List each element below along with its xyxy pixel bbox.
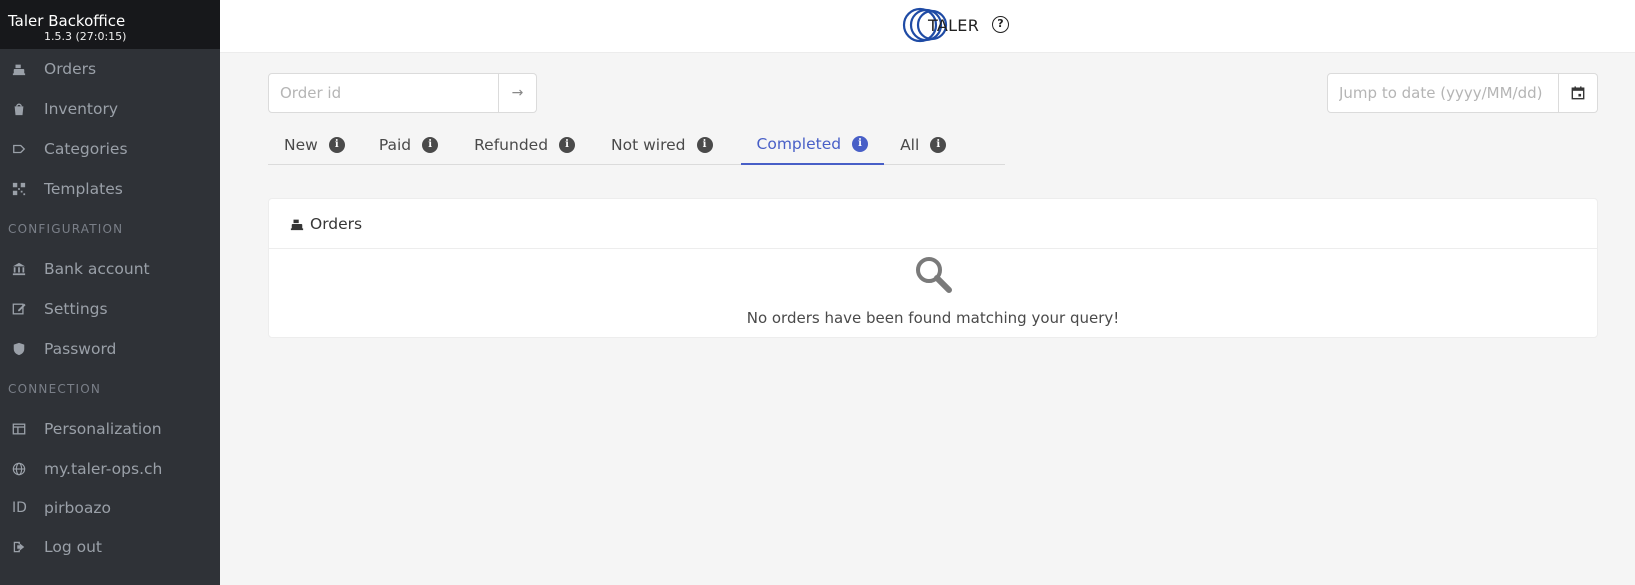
sidebar-item-bank-account[interactable]: Bank account: [0, 249, 220, 289]
id-icon: ID: [12, 500, 27, 516]
cash-register-icon: [12, 62, 44, 76]
sidebar-item-password[interactable]: Password: [0, 329, 220, 369]
tab-label: Not wired: [611, 136, 686, 154]
info-icon[interactable]: i: [328, 137, 345, 153]
calendar-icon: [1571, 86, 1585, 100]
brand-version: 1.5.3 (27:0:15): [44, 30, 127, 43]
info-icon[interactable]: i: [422, 137, 439, 153]
help-icon[interactable]: ?: [992, 16, 1009, 33]
taler-logo[interactable]: TALER: [902, 7, 979, 43]
sidebar-item-label: pirboazo: [44, 499, 111, 517]
sidebar-item-settings[interactable]: Settings: [0, 289, 220, 329]
sidebar-item-label: Orders: [44, 60, 97, 78]
sidebar-item-instance-id[interactable]: ID pirboazo: [0, 489, 220, 527]
sidebar-item-label: my.taler-ops.ch: [44, 460, 163, 478]
tab-all[interactable]: All i: [884, 125, 962, 165]
globe-icon: [12, 462, 44, 476]
sidebar-item-inventory[interactable]: Inventory: [0, 89, 220, 129]
order-status-tabs: New i Paid i Refunded i Not wired i Complete…: [268, 125, 1005, 165]
empty-message: No orders have been found matching your …: [746, 309, 1120, 327]
order-search: →: [268, 73, 537, 113]
brand-title: Taler Backoffice: [8, 13, 212, 30]
calendar-button[interactable]: [1559, 73, 1598, 113]
order-id-input[interactable]: [268, 73, 499, 113]
logout-icon: [12, 540, 44, 554]
card-title: Orders: [310, 214, 363, 233]
tab-label: All: [900, 136, 920, 154]
layout-icon: [12, 422, 44, 436]
search-submit-button[interactable]: →: [499, 73, 537, 113]
sidebar: Taler Backoffice 1.5.3 (27:0:15) Orders …: [0, 0, 220, 585]
sidebar-item-label: Categories: [44, 140, 128, 158]
tab-label: Completed: [756, 135, 842, 153]
search-icon: [916, 257, 952, 293]
logo-text: TALER: [928, 15, 980, 35]
info-icon[interactable]: i: [930, 137, 947, 153]
edit-icon: [12, 302, 44, 316]
shopping-bag-icon: [12, 102, 44, 116]
bank-icon: [12, 262, 44, 276]
card-header: Orders: [269, 199, 1597, 249]
tab-label: New: [284, 136, 318, 154]
sidebar-item-label: Settings: [44, 300, 108, 318]
shield-icon: [12, 342, 44, 356]
date-jump: [1327, 73, 1598, 113]
sidebar-item-label: Templates: [44, 180, 123, 198]
tab-not-wired[interactable]: Not wired i: [595, 125, 740, 165]
orders-card: Orders No orders have been found matchin…: [268, 198, 1598, 338]
tab-label: Paid: [378, 136, 412, 154]
tab-paid[interactable]: Paid i: [361, 125, 458, 165]
tab-completed[interactable]: Completed i: [740, 125, 885, 165]
tab-label: Refunded: [474, 136, 549, 154]
tab-refunded[interactable]: Refunded i: [458, 125, 595, 165]
tag-icon: [12, 142, 44, 156]
section-label-configuration: CONFIGURATION: [8, 222, 124, 236]
sidebar-item-label: Log out: [44, 538, 102, 556]
info-icon[interactable]: i: [696, 137, 713, 153]
sidebar-item-label: Bank account: [44, 260, 150, 278]
tab-new[interactable]: New i: [268, 125, 361, 165]
brand: Taler Backoffice 1.5.3 (27:0:15): [0, 0, 220, 49]
info-icon[interactable]: i: [559, 137, 576, 153]
sidebar-item-orders[interactable]: Orders: [0, 49, 220, 89]
brand-title-bold: Taler: [8, 12, 44, 30]
sidebar-item-logout[interactable]: Log out: [0, 527, 220, 567]
sidebar-item-label: Inventory: [44, 100, 119, 118]
section-label-connection: CONNECTION: [8, 382, 102, 396]
sidebar-item-templates[interactable]: Templates: [0, 169, 220, 209]
qrcode-icon: [12, 182, 44, 196]
info-icon[interactable]: i: [852, 136, 869, 152]
brand-title-rest: Backoffice: [43, 12, 126, 30]
date-input[interactable]: [1327, 73, 1559, 113]
sidebar-item-personalization[interactable]: Personalization: [0, 409, 220, 449]
cash-register-icon: [290, 219, 304, 230]
sidebar-item-label: Password: [44, 340, 117, 358]
empty-state: No orders have been found matching your …: [269, 249, 1597, 327]
sidebar-item-label: Personalization: [44, 420, 162, 438]
arrow-right-icon: →: [511, 85, 524, 101]
top-bar: TALER ?: [220, 0, 1635, 53]
sidebar-item-backend-url[interactable]: my.taler-ops.ch: [0, 449, 220, 489]
sidebar-item-categories[interactable]: Categories: [0, 129, 220, 169]
